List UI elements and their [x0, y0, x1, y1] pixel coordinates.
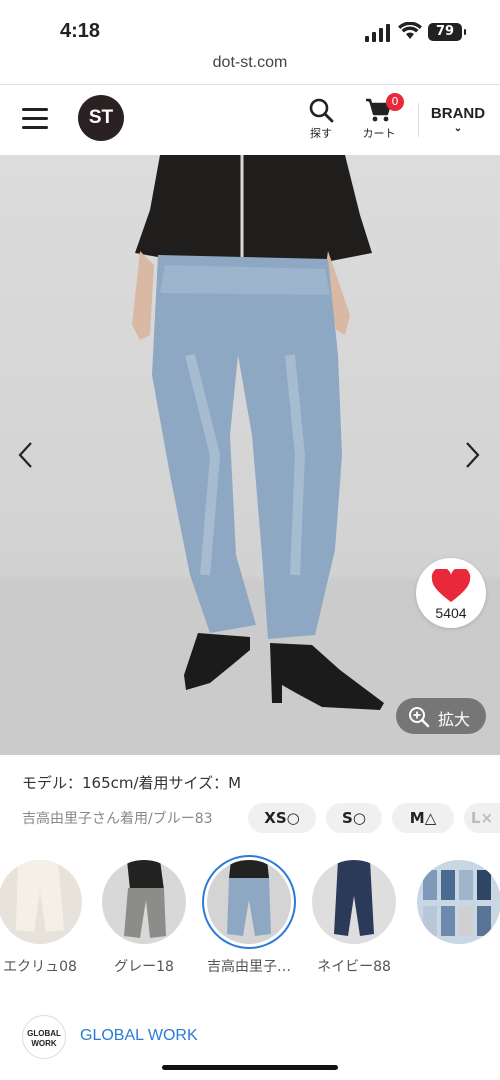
- size-option-xs[interactable]: XS○: [248, 803, 316, 833]
- heart-icon: [431, 567, 471, 602]
- color-swatch-ecru[interactable]: エクリュ08: [0, 860, 86, 976]
- color-swatch-blue-selected[interactable]: 吉高由里子…: [203, 860, 295, 976]
- color-swatch-gray[interactable]: グレー18: [98, 860, 190, 976]
- brand-logo-text: GLOBAL WORK: [27, 1029, 61, 1048]
- color-swatch-navy[interactable]: ネイビー88: [308, 860, 400, 976]
- favorite-button[interactable]: 5404: [416, 558, 486, 628]
- wifi-icon: [398, 22, 422, 39]
- header-divider: [418, 103, 419, 137]
- address-bar-url[interactable]: dot-st.com: [0, 54, 500, 72]
- status-time: 4:18: [60, 20, 101, 42]
- swatch-image: [312, 860, 396, 944]
- cart-count-badge: 0: [386, 93, 404, 111]
- product-photo-illustration: [0, 155, 500, 755]
- wearing-note: 吉高由里子さん着用/ブルー83: [22, 811, 213, 827]
- size-option-m[interactable]: M△: [392, 803, 454, 833]
- size-option-l[interactable]: L×: [464, 803, 500, 833]
- swatch-image: [207, 860, 291, 944]
- status-bar: 4:18 79: [0, 0, 500, 58]
- product-image[interactable]: 5404 拡大: [0, 155, 500, 755]
- model-info: モデル：165cm/着用サイズ：M: [22, 774, 242, 792]
- search-button[interactable]: 探す: [303, 97, 339, 141]
- size-option-s[interactable]: S○: [326, 803, 382, 833]
- home-indicator[interactable]: [162, 1065, 338, 1070]
- swatch-image: [417, 860, 500, 944]
- swatch-image: [102, 860, 186, 944]
- brand-logo[interactable]: GLOBAL WORK: [22, 1015, 66, 1059]
- site-logo[interactable]: ST: [78, 95, 124, 141]
- next-image-arrow-icon[interactable]: [462, 440, 482, 470]
- zoom-button[interactable]: 拡大: [396, 698, 486, 734]
- brand-menu-label: BRAND: [430, 105, 486, 122]
- search-label: 探す: [310, 127, 332, 140]
- swatch-label: 吉高由里子…: [207, 959, 291, 975]
- swatch-label: ネイビー88: [317, 959, 391, 975]
- zoom-in-icon: [409, 707, 430, 728]
- favorite-count: 5404: [435, 605, 467, 621]
- previous-image-arrow-icon[interactable]: [16, 440, 36, 470]
- battery-icon: 79: [428, 23, 466, 41]
- chevron-down-icon: ⌄: [453, 123, 463, 134]
- brand-menu-button[interactable]: BRAND ⌄: [428, 105, 488, 134]
- site-header: ST 探す カート 0 BRAND ⌄: [0, 85, 500, 155]
- search-icon: [309, 98, 334, 123]
- brand-link[interactable]: GLOBAL WORK: [80, 1027, 198, 1045]
- cart-label: カート: [362, 127, 396, 140]
- swatch-label: エクリュ08: [3, 959, 77, 975]
- swatch-image: [0, 860, 82, 944]
- cart-button[interactable]: カート 0: [356, 93, 404, 141]
- swatch-label: グレー18: [114, 959, 174, 975]
- color-swatch-more[interactable]: [413, 860, 500, 956]
- zoom-label: 拡大: [438, 710, 471, 729]
- hamburger-menu-icon[interactable]: [22, 108, 48, 130]
- cellular-signal-icon: [365, 24, 390, 42]
